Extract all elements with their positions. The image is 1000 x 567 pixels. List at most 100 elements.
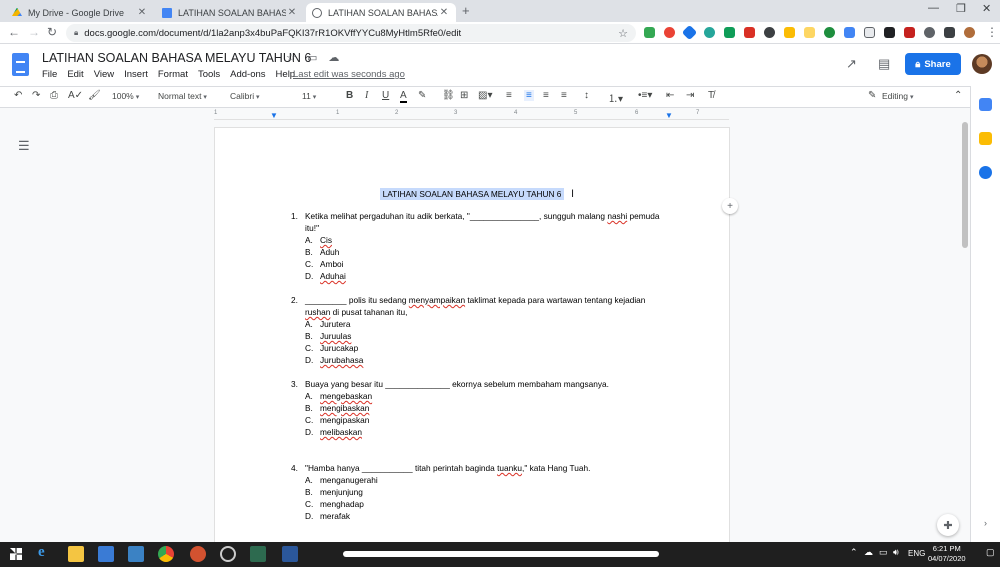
- menu-tools[interactable]: Tools: [198, 69, 220, 80]
- document-heading[interactable]: LATIHAN SOALAN BAHASA MELAYU TAHUN 6: [215, 188, 729, 200]
- puzzle-icon[interactable]: [944, 27, 955, 38]
- link-icon[interactable]: ⛓︎: [442, 90, 455, 101]
- extension-icon[interactable]: [864, 27, 875, 38]
- align-center-icon[interactable]: ≡: [524, 90, 534, 101]
- paint-format-icon[interactable]: 🖌︎: [88, 90, 101, 101]
- edge-icon[interactable]: e: [38, 544, 54, 560]
- avatar[interactable]: [972, 54, 992, 74]
- windows-start-icon[interactable]: [8, 546, 24, 562]
- bookmark-star-icon[interactable]: ☆: [618, 27, 628, 40]
- comments-icon[interactable]: ▤: [878, 56, 890, 72]
- editing-mode-select[interactable]: Editing: [882, 91, 913, 101]
- menu-format[interactable]: Format: [158, 69, 188, 80]
- chrome-menu-icon[interactable]: ⋮: [986, 25, 998, 39]
- spellcheck-icon[interactable]: A✓: [68, 90, 83, 101]
- share-button[interactable]: 🔒︎ Share: [905, 53, 961, 75]
- question-3[interactable]: 3. Buaya yang besar itu ______________ e…: [291, 378, 661, 438]
- extension-icon[interactable]: [844, 27, 855, 38]
- extension-icon[interactable]: [744, 27, 755, 38]
- minimize-icon[interactable]: —: [928, 2, 939, 14]
- document-outline-icon[interactable]: ☰: [18, 138, 30, 154]
- explore-button[interactable]: ✚: [937, 514, 959, 536]
- file-explorer-icon[interactable]: [68, 546, 84, 562]
- numbered-list-icon[interactable]: ⒈▾: [608, 90, 623, 105]
- word-icon[interactable]: [282, 546, 298, 562]
- mail-icon[interactable]: [128, 546, 144, 562]
- horizontal-ruler[interactable]: 1 1 2 3 4 5 6 7 ▼ ▼: [214, 110, 729, 120]
- close-icon[interactable]: ✕: [286, 7, 298, 18]
- reload-icon[interactable]: ↻: [47, 25, 57, 39]
- document-page[interactable]: LATIHAN SOALAN BAHASA MELAYU TAHUN 6 1. …: [215, 128, 729, 542]
- print-icon[interactable]: ⎙: [50, 90, 58, 101]
- forward-icon[interactable]: →: [28, 25, 40, 39]
- insert-image-icon[interactable]: ▨▾: [478, 90, 492, 101]
- extension-icon[interactable]: [681, 24, 698, 41]
- align-right-icon[interactable]: ≡: [543, 90, 549, 101]
- question-2[interactable]: 2. _________ polis itu sedang menyampaik…: [291, 294, 661, 366]
- right-indent-marker-icon[interactable]: ▼: [665, 111, 673, 120]
- underline-icon[interactable]: U: [382, 90, 389, 101]
- menu-view[interactable]: View: [94, 69, 114, 80]
- add-comment-icon[interactable]: +: [722, 198, 738, 214]
- star-icon[interactable]: ☆: [286, 52, 296, 64]
- undo-icon[interactable]: ↶: [14, 90, 22, 101]
- bulleted-list-icon[interactable]: •≡▾: [638, 90, 652, 101]
- app-icon[interactable]: [250, 546, 266, 562]
- new-tab-button[interactable]: +: [462, 3, 470, 18]
- align-left-icon[interactable]: ≡: [506, 90, 512, 101]
- justify-icon[interactable]: ≡: [561, 90, 567, 101]
- expand-panel-icon[interactable]: ›: [984, 518, 987, 528]
- document-title[interactable]: LATIHAN SOALAN BAHASA MELAYU TAHUN 6: [42, 51, 311, 65]
- extension-icon[interactable]: [784, 27, 795, 38]
- extension-icon[interactable]: [924, 27, 935, 38]
- docs-logo-icon[interactable]: [12, 53, 29, 76]
- vertical-scrollbar[interactable]: [962, 122, 968, 248]
- cloud-icon[interactable]: ☁: [864, 547, 873, 558]
- tab-latihan-active[interactable]: LATIHAN SOALAN BAHASA MELA ✕: [306, 3, 456, 22]
- tab-my-drive[interactable]: My Drive - Google Drive ✕: [6, 3, 154, 22]
- url-omnibox[interactable]: 🔒︎ docs.google.com/document/d/1la2anp3x4…: [66, 24, 636, 42]
- store-icon[interactable]: [98, 546, 114, 562]
- extension-icon[interactable]: [884, 27, 895, 38]
- window-close-icon[interactable]: ✕: [982, 2, 991, 15]
- font-size-select[interactable]: 11: [302, 91, 316, 101]
- move-folder-icon[interactable]: ▭: [307, 52, 317, 64]
- clear-formatting-icon[interactable]: T̸: [708, 90, 714, 101]
- indent-marker-icon[interactable]: ▼: [270, 111, 278, 120]
- increase-indent-icon[interactable]: ⇥: [686, 90, 694, 101]
- calendar-icon[interactable]: [979, 98, 992, 111]
- zoom-select[interactable]: 100%: [112, 91, 139, 101]
- font-select[interactable]: Calibri: [230, 91, 260, 101]
- tasks-icon[interactable]: [979, 166, 992, 179]
- cloud-status-icon[interactable]: ☁: [328, 52, 339, 64]
- extension-icon[interactable]: [724, 27, 735, 38]
- extension-icon[interactable]: [824, 27, 835, 38]
- question-4[interactable]: 4. "Hamba hanya ___________ titah perint…: [291, 462, 661, 522]
- back-icon[interactable]: ←: [8, 25, 20, 39]
- close-icon[interactable]: ✕: [438, 7, 450, 18]
- extension-icon[interactable]: [644, 27, 655, 38]
- media-progress-bar[interactable]: [343, 551, 659, 557]
- line-spacing-icon[interactable]: ↕: [584, 90, 589, 101]
- tab-latihan-1[interactable]: LATIHAN SOALAN BAHASA MELA ✕: [156, 3, 304, 22]
- keep-icon[interactable]: [979, 132, 992, 145]
- language-indicator[interactable]: ENG: [908, 549, 925, 558]
- tray-chevron-icon[interactable]: ⌃: [850, 547, 858, 558]
- question-1[interactable]: 1. Ketika melihat pergaduhan itu adik be…: [291, 210, 661, 282]
- redo-icon[interactable]: ↷: [32, 90, 40, 101]
- system-clock[interactable]: 6:21 PM 04/07/2020: [928, 544, 966, 564]
- collapse-menu-icon[interactable]: ⌃: [954, 90, 962, 101]
- network-icon[interactable]: ▭: [879, 547, 888, 558]
- extension-icon[interactable]: [704, 27, 715, 38]
- insert-comment-icon[interactable]: ⊞: [460, 90, 468, 101]
- extension-icon[interactable]: [764, 27, 775, 38]
- notifications-icon[interactable]: ▢: [986, 547, 995, 558]
- chrome-icon[interactable]: [158, 546, 174, 562]
- extension-icon[interactable]: [664, 27, 675, 38]
- text-color-icon[interactable]: A: [400, 90, 407, 103]
- extension-icon[interactable]: [804, 27, 815, 38]
- close-icon[interactable]: ✕: [136, 7, 148, 18]
- volume-icon[interactable]: 🔊︎: [893, 547, 899, 558]
- italic-icon[interactable]: I: [365, 90, 368, 101]
- decrease-indent-icon[interactable]: ⇤: [666, 90, 674, 101]
